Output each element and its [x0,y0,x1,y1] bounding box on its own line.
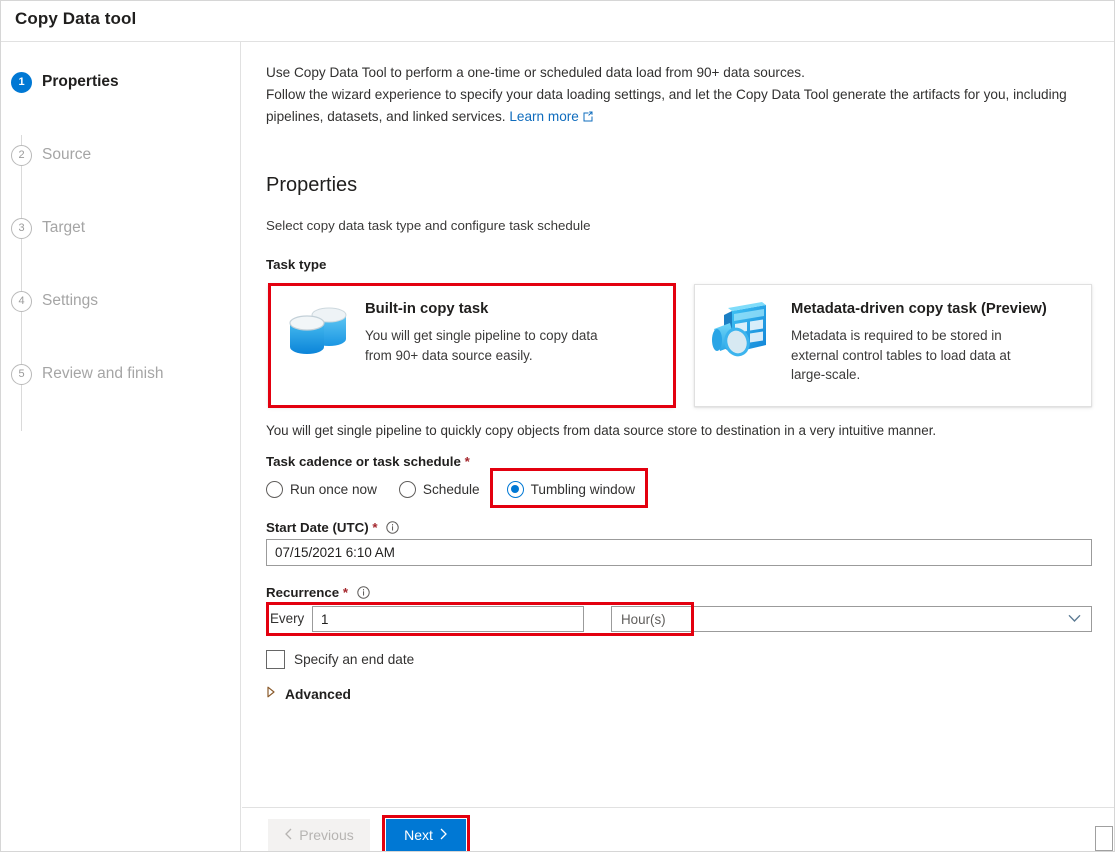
window-title: Copy Data tool [15,9,137,28]
radio-mark [398,480,416,498]
intro-line-3: pipelines, datasets, and linked services… [266,109,506,124]
radio-label: Run once now [290,481,377,497]
start-date-input[interactable] [266,539,1092,566]
sidebar-step-source[interactable]: 2 Source [11,140,91,170]
footer-corner-handle[interactable] [1095,826,1113,851]
radio-tumbling-window[interactable]: Tumbling window [506,478,636,500]
radio-label: Schedule [422,481,480,497]
step-label: Target [42,219,86,236]
card-text-block: Metadata-driven copy task (Preview) Meta… [791,285,1061,385]
task-type-card-built-in-copy-task[interactable]: Built-in copy task You will get single p… [268,284,674,407]
intro-line-1: Use Copy Data Tool to perform a one-time… [266,65,805,80]
recurrence-label-text: Recurrence [266,585,340,600]
previous-button[interactable]: Previous [268,819,370,851]
step-number-badge: 5 [11,363,32,385]
recurrence-label: Recurrence * [266,585,370,602]
page-title: Properties [266,174,358,196]
card-description: Metadata is required to be stored in ext… [791,328,1011,382]
wizard-footer: Previous Next [242,807,1114,851]
radio-mark [266,480,283,498]
next-button-label: Next [404,827,433,843]
radio-run-once-now[interactable]: Run once now [266,478,377,500]
sidebar-step-settings[interactable]: 4 Settings [11,286,98,316]
metadata-table-magnifier-icon [695,285,791,371]
sidebar-step-properties[interactable]: 1 Properties [11,67,119,97]
radio-label: Tumbling window [530,481,636,497]
card-title: Built-in copy task [365,301,489,317]
card-description: You will get single pipeline to copy dat… [365,328,598,363]
intro-text-block: Use Copy Data Tool to perform a one-time… [266,62,1106,129]
intro-line-2: Follow the wizard experience to specify … [266,87,1067,102]
start-date-label: Start Date (UTC) * [266,520,399,537]
checkbox-label: Specify an end date [294,652,415,667]
card-title: Metadata-driven copy task (Preview) [791,301,1047,317]
advanced-label: Advanced [285,686,351,702]
chevron-down-icon [1068,610,1081,628]
learn-more-link[interactable]: Learn more [509,109,579,124]
sidebar-step-target[interactable]: 3 Target [11,213,85,243]
task-cadence-label-text: Task cadence or task schedule [266,454,461,469]
card-text-block: Built-in copy task You will get single p… [365,285,641,365]
info-circle-icon[interactable] [386,521,399,537]
required-asterisk: * [464,454,470,469]
task-type-card-metadata-driven-copy-task[interactable]: Metadata-driven copy task (Preview) Meta… [694,284,1092,407]
checkbox-mark [266,650,285,669]
step-number-badge: 2 [11,144,32,166]
step-number-badge: 4 [11,290,32,312]
task-cadence-radio-group: Run once now Schedule Tumbling window [266,478,635,500]
step-label: Settings [42,292,99,309]
info-circle-icon[interactable] [357,586,370,602]
start-date-label-text: Start Date (UTC) [266,520,369,535]
advanced-expander[interactable]: Advanced [266,685,351,703]
specify-end-date-checkbox[interactable]: Specify an end date [266,650,414,669]
next-button[interactable]: Next [386,819,466,851]
task-type-label: Task type [266,257,327,272]
sidebar-step-review-and-finish[interactable]: 5 Review and finish [11,359,163,389]
task-type-helper-text: You will get single pipeline to quickly … [266,423,937,438]
chevron-right-icon [439,827,448,843]
step-label: Review and finish [42,365,164,382]
external-link-icon [582,107,594,129]
step-number-badge: 1 [11,71,32,93]
step-connector-line [21,135,22,431]
chevron-right-icon [266,685,276,703]
required-asterisk: * [372,520,378,535]
step-label: Source [42,146,92,163]
page-subtitle: Select copy data task type and configure… [266,218,591,233]
step-label: Properties [42,73,119,90]
recurrence-unit-value: Hour(s) [621,612,666,627]
previous-button-label: Previous [299,827,354,843]
radio-mark [506,480,524,498]
copy-data-tool-window: Copy Data tool 1 Properties 2 Source 3 T… [0,0,1115,852]
recurrence-interval-input[interactable] [312,606,584,632]
required-asterisk: * [342,585,349,600]
task-cadence-label: Task cadence or task schedule * [266,454,470,469]
window-titlebar: Copy Data tool [1,1,1114,42]
step-number-badge: 3 [11,217,32,239]
database-copy-icon [269,285,365,367]
recurrence-every-label: Every [270,611,305,626]
wizard-step-rail: 1 Properties 2 Source 3 Target 4 Setting… [1,42,241,851]
main-content-panel: Use Copy Data Tool to perform a one-time… [242,42,1114,851]
chevron-left-icon [284,827,293,843]
radio-schedule[interactable]: Schedule [398,478,480,500]
recurrence-unit-dropdown[interactable]: Hour(s) [611,606,1092,632]
